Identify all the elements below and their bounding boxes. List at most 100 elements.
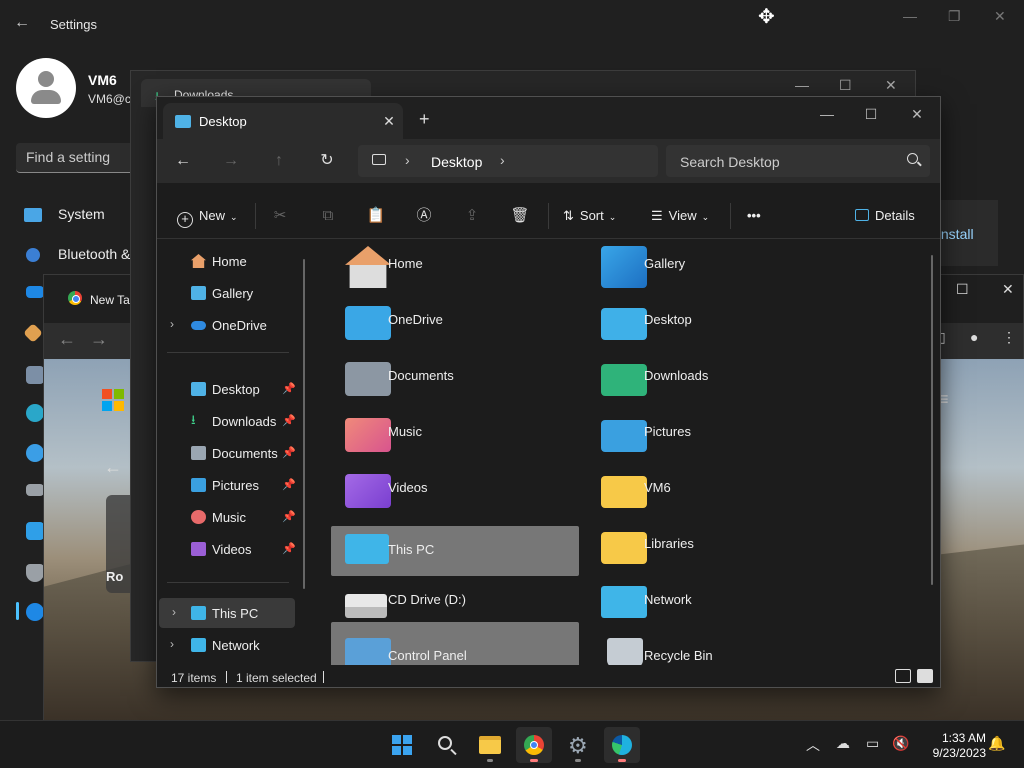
apps-icon[interactable]: [26, 366, 44, 384]
up-icon[interactable]: ↑: [267, 149, 291, 173]
nav-item-gallery[interactable]: Gallery: [157, 278, 297, 308]
item-music[interactable]: Music: [331, 408, 579, 458]
nav-item-pictures[interactable]: Pictures 📌: [157, 470, 297, 500]
new-button[interactable]: + New ⌄: [177, 205, 238, 228]
pin-icon[interactable]: 📌: [282, 510, 296, 523]
item-libraries[interactable]: Libraries: [587, 520, 835, 570]
close-icon[interactable]: ✕: [994, 8, 1006, 25]
paste-icon[interactable]: 📋: [365, 205, 387, 227]
wifi-icon[interactable]: [26, 286, 44, 298]
item-onedrive[interactable]: OneDrive: [331, 296, 579, 346]
time-icon[interactable]: [26, 444, 44, 462]
view-button[interactable]: ☰ View ⌄: [651, 205, 709, 227]
menu-dots-icon[interactable]: ⋮: [1002, 329, 1016, 346]
rename-icon[interactable]: Ⓐ: [413, 205, 435, 227]
settings-taskbar-button[interactable]: ⚙: [560, 727, 596, 763]
pin-icon[interactable]: 📌: [282, 414, 296, 427]
accounts-icon[interactable]: [26, 404, 44, 422]
close-icon[interactable]: ✕: [1002, 281, 1014, 298]
carousel-prev-icon[interactable]: ←: [104, 457, 122, 478]
new-tab-icon[interactable]: +: [419, 109, 430, 130]
item-documents[interactable]: Documents: [331, 352, 579, 402]
chrome-taskbar-button[interactable]: [516, 727, 552, 763]
forward-icon[interactable]: →: [90, 329, 108, 350]
profile-icon[interactable]: ●: [970, 329, 978, 345]
file-explorer-taskbar-button[interactable]: [472, 727, 508, 763]
onedrive-icon[interactable]: ☁: [836, 735, 850, 752]
nav-item-desktop[interactable]: Desktop 📌: [157, 374, 297, 404]
gaming-icon[interactable]: [26, 484, 44, 496]
maximize-icon[interactable]: ❐: [948, 8, 961, 25]
chevron-right-icon[interactable]: ›: [170, 637, 174, 651]
nav-item-network[interactable]: › Network: [157, 630, 297, 660]
find-setting-input[interactable]: Find a setting: [16, 143, 136, 173]
close-icon[interactable]: ✕: [885, 77, 897, 94]
minimize-icon[interactable]: —: [903, 8, 917, 24]
nav-item-downloads[interactable]: ⭳ Downloads 📌: [157, 406, 297, 436]
windows-update-icon[interactable]: [26, 603, 44, 621]
delete-icon[interactable]: 🗑: [509, 205, 531, 227]
breadcrumb-desktop[interactable]: Desktop: [431, 154, 482, 170]
close-tab-icon[interactable]: ✕: [379, 111, 399, 131]
item-control-panel[interactable]: Control Panel: [331, 632, 579, 665]
maximize-icon[interactable]: ☐: [856, 103, 886, 125]
item-home[interactable]: Home: [331, 240, 579, 290]
nav-item-music[interactable]: Music 📌: [157, 502, 297, 532]
tab-desktop[interactable]: Desktop ✕: [163, 103, 403, 139]
item-desktop[interactable]: Desktop: [587, 296, 835, 346]
cut-icon[interactable]: ✂: [269, 205, 291, 227]
nav-pane-scrollbar[interactable]: [303, 259, 305, 589]
brush-icon[interactable]: [23, 323, 43, 343]
nav-item-home[interactable]: Home: [157, 246, 297, 276]
notification-bell-icon[interactable]: 🔔: [988, 735, 1005, 752]
chevron-right-icon[interactable]: ›: [500, 152, 505, 168]
back-icon[interactable]: ←: [171, 149, 195, 173]
item-this-pc-tile[interactable]: This PC: [331, 526, 579, 576]
start-button[interactable]: [384, 727, 420, 763]
item-gallery[interactable]: Gallery: [587, 240, 835, 290]
more-options-button[interactable]: •••: [747, 205, 761, 227]
chevron-up-icon[interactable]: ︿: [806, 735, 820, 755]
nav-item-documents[interactable]: Documents 📌: [157, 438, 297, 468]
maximize-icon[interactable]: ☐: [956, 281, 969, 298]
details-view-icon[interactable]: [895, 669, 911, 683]
close-icon[interactable]: ✕: [902, 103, 932, 125]
accessibility-icon[interactable]: [26, 522, 44, 540]
pin-icon[interactable]: 📌: [282, 382, 296, 395]
back-arrow-icon[interactable]: ←: [14, 14, 34, 34]
pin-icon[interactable]: 📌: [282, 446, 296, 459]
nav-item-bluetooth[interactable]: Bluetooth &: [24, 246, 130, 263]
nav-item-videos[interactable]: Videos 📌: [157, 534, 297, 564]
item-network[interactable]: Network: [587, 576, 835, 626]
chevron-right-icon[interactable]: ›: [172, 605, 176, 619]
pin-icon[interactable]: 📌: [282, 542, 296, 555]
item-cd-drive[interactable]: CD Drive (D:): [331, 576, 579, 626]
search-button[interactable]: [428, 727, 464, 763]
sort-button[interactable]: ⇅ Sort ⌄: [563, 205, 616, 227]
chevron-right-icon[interactable]: ›: [405, 152, 410, 168]
minimize-icon[interactable]: —: [812, 103, 842, 125]
details-button[interactable]: Details: [855, 205, 915, 227]
search-input[interactable]: Search Desktop: [666, 145, 930, 177]
nav-item-this-pc[interactable]: › This PC: [159, 598, 295, 628]
item-videos[interactable]: Videos: [331, 464, 579, 514]
pin-icon[interactable]: 📌: [282, 478, 296, 491]
share-icon[interactable]: ⇪: [461, 205, 483, 227]
refresh-icon[interactable]: ↻: [315, 149, 339, 173]
address-bar[interactable]: › Desktop ›: [358, 145, 658, 177]
network-icon[interactable]: ▭: [866, 735, 879, 752]
volume-mute-icon[interactable]: 🔇: [892, 735, 909, 752]
tiles-view-icon[interactable]: [917, 669, 933, 683]
item-downloads[interactable]: Downloads: [587, 352, 835, 402]
nav-item-system[interactable]: System: [24, 206, 105, 223]
forward-icon[interactable]: →: [219, 149, 243, 173]
nav-item-onedrive[interactable]: › OneDrive: [157, 310, 297, 340]
item-vm6[interactable]: VM6: [587, 464, 835, 514]
edge-taskbar-button[interactable]: [604, 727, 640, 763]
back-icon[interactable]: ←: [58, 329, 76, 350]
copy-icon[interactable]: ⧉: [317, 205, 339, 227]
item-recycle-bin[interactable]: Recycle Bin: [587, 632, 835, 665]
clock[interactable]: 1:33 AM 9/23/2023: [920, 731, 986, 761]
content-scrollbar[interactable]: [931, 255, 933, 585]
chevron-right-icon[interactable]: ›: [170, 317, 174, 331]
